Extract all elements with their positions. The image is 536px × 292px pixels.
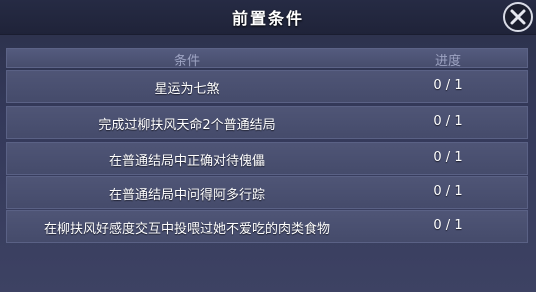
condition-text: 在普通结局中正确对待傀儡 bbox=[108, 154, 265, 169]
close-button[interactable] bbox=[503, 2, 533, 32]
dialog-title: 前置条件 bbox=[231, 9, 304, 28]
header-condition: 条件 bbox=[173, 54, 200, 69]
table-row: 完成过柳扶风天命2个普通结局 0 / 1 bbox=[6, 106, 528, 139]
condition-text: 完成过柳扶风天命2个普通结局 bbox=[98, 118, 276, 133]
table-row: 在柳扶风好感度交互中投喂过她不爱吃的肉类食物 0 / 1 bbox=[6, 210, 528, 243]
progress-value: 0 / 1 bbox=[433, 184, 463, 199]
title-bar: 前置条件 bbox=[0, 0, 536, 35]
table-row: 星运为七煞 0 / 1 bbox=[6, 70, 528, 103]
prerequisite-dialog: 前置条件 条件 进度 星运为七煞 0 / 1 完成过柳扶风天命2个普通结局 0 … bbox=[0, 0, 536, 292]
table-row: 在普通结局中正确对待傀儡 0 / 1 bbox=[6, 142, 528, 175]
progress-value: 0 / 1 bbox=[433, 114, 463, 129]
table-header: 条件 进度 bbox=[6, 48, 528, 69]
condition-text: 在柳扶风好感度交互中投喂过她不爱吃的肉类食物 bbox=[43, 222, 330, 237]
condition-text: 星运为七煞 bbox=[154, 82, 220, 97]
progress-value: 0 / 1 bbox=[433, 150, 463, 165]
header-progress: 进度 bbox=[434, 54, 461, 69]
condition-text: 在普通结局中问得阿多行踪 bbox=[108, 188, 265, 203]
close-icon bbox=[509, 8, 527, 26]
progress-value: 0 / 1 bbox=[433, 218, 463, 233]
table-row: 在普通结局中问得阿多行踪 0 / 1 bbox=[6, 176, 528, 209]
progress-value: 0 / 1 bbox=[433, 78, 463, 93]
